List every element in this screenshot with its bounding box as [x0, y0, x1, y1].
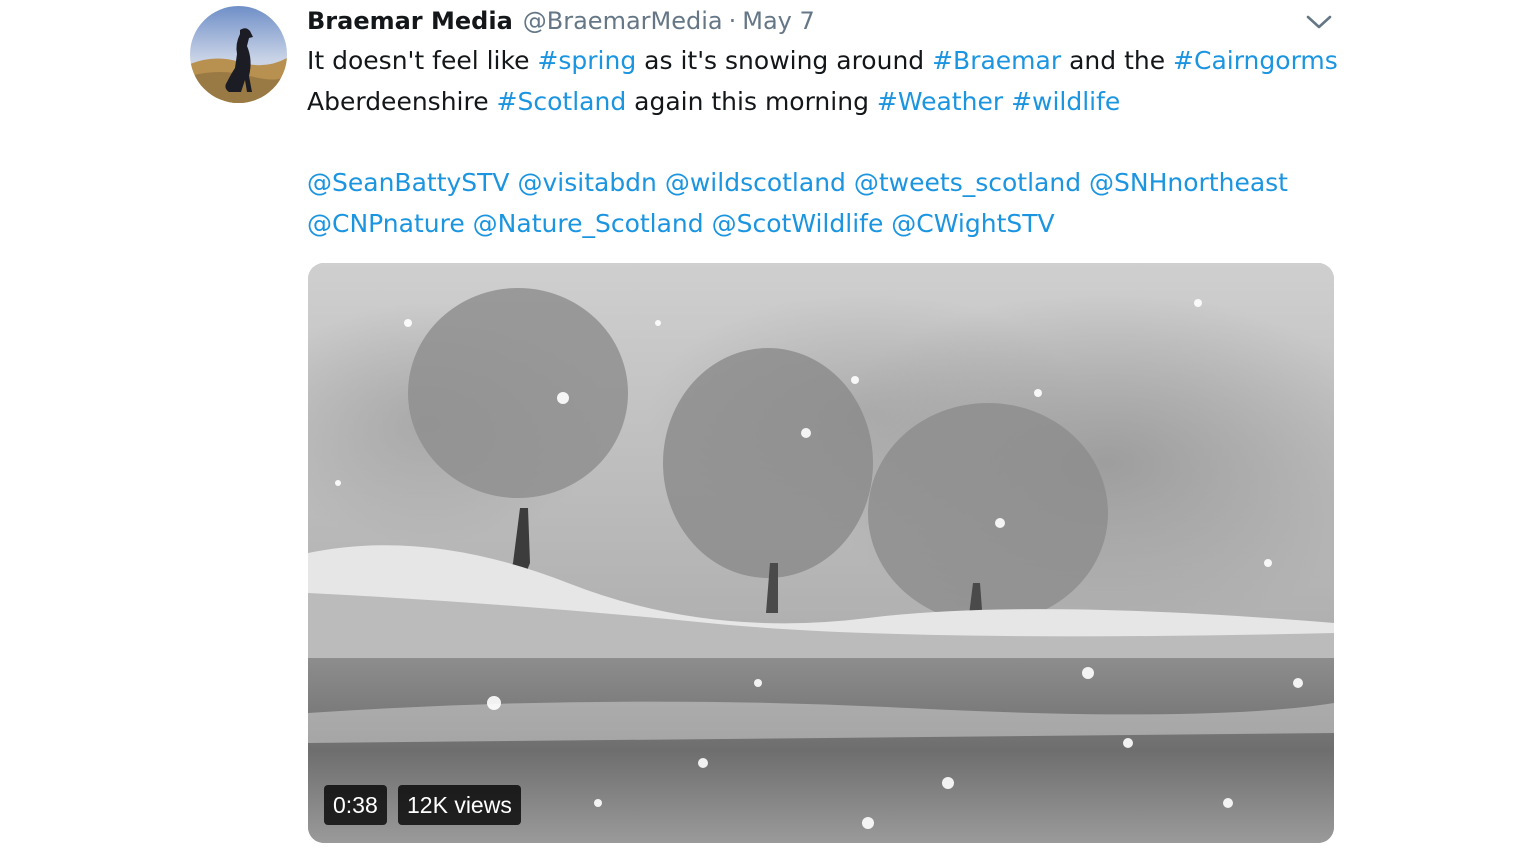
text-fragment: Aberdeenshire [307, 87, 497, 116]
text-fragment: again this morning [626, 87, 877, 116]
tweet: Braemar Media @BraemarMedia · May 7 It d… [0, 0, 1525, 858]
header-separator: · [728, 7, 737, 35]
text-fragment: It doesn't feel like [307, 46, 538, 75]
mention-snhnortheast[interactable]: @SNHnortheast [1089, 168, 1288, 197]
video-views-badge: 12K views [398, 785, 521, 825]
mention-cwightstv[interactable]: @CWightSTV [891, 209, 1054, 238]
tweet-text: It doesn't feel like #spring as it's sno… [307, 40, 1347, 244]
mention-seanbattystv[interactable]: @SeanBattySTV [307, 168, 510, 197]
mentions-line-1: @SeanBattySTV @visitabdn @wildscotland @… [307, 162, 1347, 203]
author-display-name[interactable]: Braemar Media [307, 4, 513, 38]
tweet-header: Braemar Media @BraemarMedia · May 7 [307, 4, 815, 38]
author-avatar[interactable] [190, 6, 287, 103]
video-duration-badge: 0:38 [324, 785, 387, 825]
mention-scotwildlife[interactable]: @ScotWildlife [712, 209, 884, 238]
tweet-date[interactable]: May 7 [742, 4, 815, 38]
text-fragment [1003, 87, 1011, 116]
hashtag-scotland[interactable]: #Scotland [497, 87, 627, 116]
snowy-landscape-video-thumbnail [308, 263, 1334, 843]
hashtag-wildlife[interactable]: #wildlife [1011, 87, 1120, 116]
tweet-menu-button[interactable] [1305, 10, 1333, 34]
hashtag-spring[interactable]: #spring [537, 46, 636, 75]
tweet-text-line-1: It doesn't feel like #spring as it's sno… [307, 40, 1347, 81]
mentions-line-2: @CNPnature @Nature_Scotland @ScotWildlif… [307, 203, 1347, 244]
hashtag-weather[interactable]: #Weather [877, 87, 1003, 116]
mention-nature-scotland[interactable]: @Nature_Scotland [473, 209, 704, 238]
text-fragment: as it's snowing around [636, 46, 933, 75]
mention-tweets-scotland[interactable]: @tweets_scotland [854, 168, 1081, 197]
tweet-text-line-2: Aberdeenshire #Scotland again this morni… [307, 81, 1347, 122]
dog-silhouette-avatar-icon [190, 6, 287, 103]
text-fragment: and the [1061, 46, 1174, 75]
mention-wildscotland[interactable]: @wildscotland [665, 168, 846, 197]
chevron-down-icon [1306, 15, 1332, 29]
mention-cnpnature[interactable]: @CNPnature [307, 209, 465, 238]
hashtag-braemar[interactable]: #Braemar [932, 46, 1061, 75]
author-handle[interactable]: @BraemarMedia [523, 4, 723, 38]
hashtag-cairngorms[interactable]: #Cairngorms [1173, 46, 1338, 75]
video-player[interactable] [308, 263, 1334, 843]
mention-visitabdn[interactable]: @visitabdn [517, 168, 656, 197]
